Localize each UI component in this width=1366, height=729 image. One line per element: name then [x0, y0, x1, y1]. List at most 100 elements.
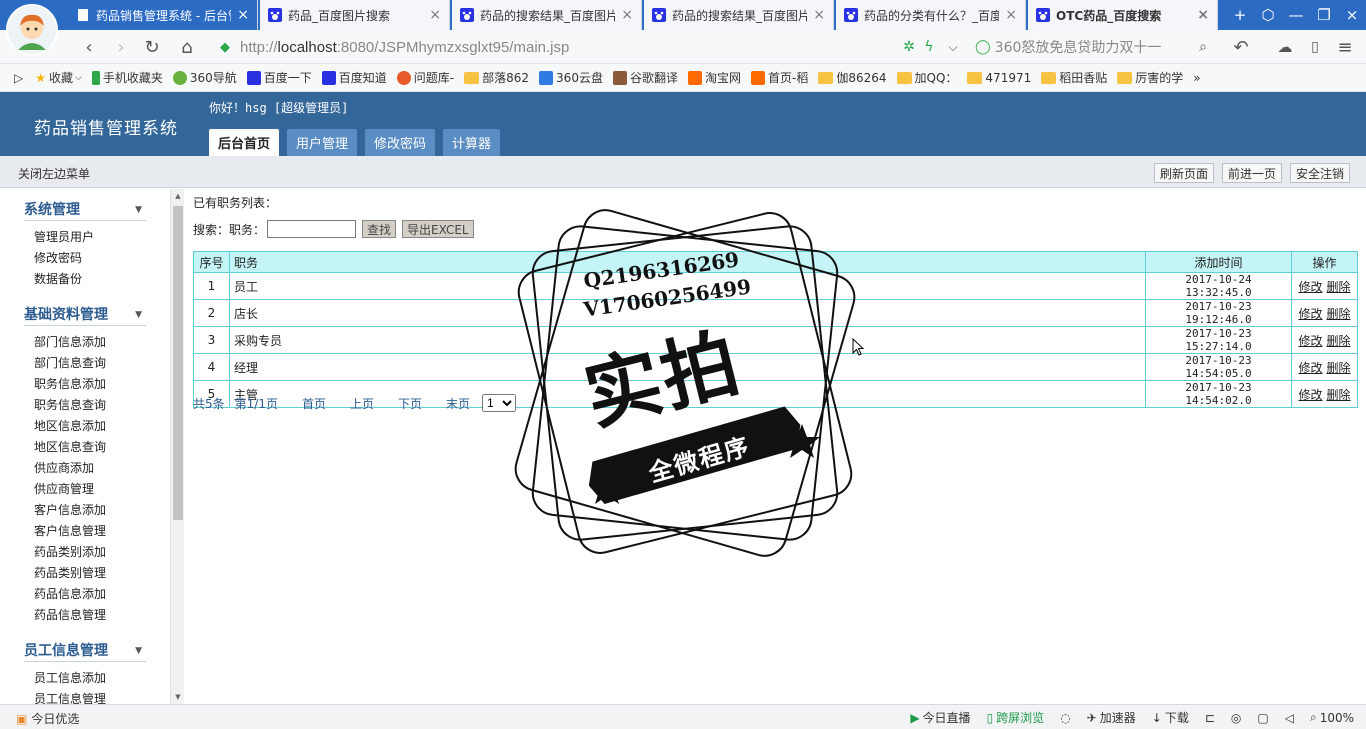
- undo-icon[interactable]: ↶: [1230, 36, 1252, 58]
- menu-group-basic-data[interactable]: 基础资料管理 ▼: [24, 302, 146, 326]
- bookmark-item[interactable]: 360云盘: [539, 69, 603, 86]
- browser-tab-0[interactable]: 药品销售管理系统 - 后台管理 ×: [68, 0, 258, 30]
- delete-link[interactable]: 删除: [1327, 280, 1351, 294]
- minimize-icon[interactable]: —: [1282, 6, 1310, 24]
- more-bookmarks-icon[interactable]: »: [1193, 71, 1200, 85]
- browser-icon[interactable]: ◎: [1231, 711, 1241, 725]
- user-avatar[interactable]: [6, 4, 58, 56]
- search-button[interactable]: 查找: [362, 220, 397, 238]
- menu-item[interactable]: 修改密码: [34, 248, 170, 269]
- pager-prev-link[interactable]: 上页: [350, 395, 374, 412]
- menu-item[interactable]: 客户信息添加: [34, 500, 170, 521]
- menu-item[interactable]: 供应商添加: [34, 458, 170, 479]
- scroll-down-icon[interactable]: ▼: [171, 690, 185, 704]
- forward-icon[interactable]: ›: [110, 36, 132, 58]
- bookmark-icon[interactable]: ▯: [1304, 36, 1326, 58]
- nav-tab-home[interactable]: 后台首页: [209, 129, 280, 156]
- delete-link[interactable]: 删除: [1327, 307, 1351, 321]
- bookmark-item[interactable]: 淘宝网: [687, 69, 741, 86]
- accelerator-item[interactable]: ✈ 加速器: [1087, 709, 1136, 726]
- cloud-icon[interactable]: ☁: [1274, 36, 1296, 58]
- close-window-icon[interactable]: ×: [1338, 6, 1366, 24]
- forward-page-button[interactable]: 前进一页: [1221, 163, 1282, 183]
- chevron-down-icon[interactable]: ⌵: [942, 36, 964, 58]
- bookmark-item[interactable]: 百度一下: [246, 69, 312, 86]
- browser-tab-4[interactable]: 药品的分类有什么？_百度知道 ×: [836, 0, 1026, 30]
- menu-item[interactable]: 员工信息添加: [34, 668, 170, 689]
- restore-tabs-icon[interactable]: ⬡: [1254, 6, 1282, 24]
- bookmark-item[interactable]: 厉害的学: [1117, 69, 1183, 86]
- pager-last-link[interactable]: 末页: [446, 395, 470, 412]
- menu-item[interactable]: 数据备份: [34, 269, 170, 290]
- speed-icon[interactable]: ✲: [898, 36, 920, 58]
- bookmark-item[interactable]: 问题库-: [396, 69, 454, 86]
- close-icon[interactable]: ×: [429, 7, 441, 23]
- menu-item[interactable]: 客户信息管理: [34, 521, 170, 542]
- bookmark-item[interactable]: 稻田香贴: [1041, 69, 1107, 86]
- delete-link[interactable]: 删除: [1327, 388, 1351, 402]
- sound-icon[interactable]: ◁: [1285, 711, 1294, 725]
- bookmark-item[interactable]: 471971: [967, 71, 1031, 85]
- menu-item[interactable]: 部门信息查询: [34, 353, 170, 374]
- nav-tab-change-password[interactable]: 修改密码: [365, 129, 436, 156]
- browser-tab-1[interactable]: 药品_百度图片搜索 ×: [260, 0, 450, 30]
- search-box[interactable]: ◯ 360怒放免息贷助力双十一: [975, 35, 1161, 59]
- edit-link[interactable]: 修改: [1298, 334, 1322, 348]
- edit-link[interactable]: 修改: [1298, 388, 1322, 402]
- download-item[interactable]: ↓ 下载: [1152, 709, 1189, 726]
- edit-link[interactable]: 修改: [1298, 280, 1322, 294]
- bookmark-item[interactable]: 谷歌翻译: [612, 69, 678, 86]
- lightning-icon[interactable]: ϟ: [918, 36, 940, 58]
- export-excel-button[interactable]: 导出EXCEL: [402, 220, 474, 238]
- close-icon[interactable]: ×: [813, 7, 825, 23]
- browser-tab-3[interactable]: 药品的搜索结果_百度图片搜索 ×: [644, 0, 834, 30]
- nav-tab-calculator[interactable]: 计算器: [443, 129, 501, 156]
- close-icon[interactable]: ×: [1005, 7, 1017, 23]
- bookmark-item[interactable]: 首页-稻: [750, 69, 808, 86]
- menu-group-staff[interactable]: 员工信息管理 ▼: [24, 638, 146, 662]
- scroll-thumb[interactable]: [173, 206, 183, 520]
- menu-item[interactable]: 部门信息添加: [34, 332, 170, 353]
- menu-item[interactable]: 员工信息管理: [34, 689, 170, 704]
- logout-button[interactable]: 安全注销: [1289, 163, 1350, 183]
- pager-next-link[interactable]: 下页: [398, 395, 422, 412]
- delete-link[interactable]: 删除: [1327, 361, 1351, 375]
- search-icon[interactable]: ⌕: [1192, 36, 1214, 58]
- edit-link[interactable]: 修改: [1298, 361, 1322, 375]
- close-left-menu-link[interactable]: 关闭左边菜单: [18, 165, 90, 182]
- zoom-item[interactable]: ⌕ 100%: [1310, 710, 1354, 725]
- pager-first-link[interactable]: 首页: [302, 395, 326, 412]
- cross-screen-item[interactable]: ▯ 跨屏浏览: [987, 709, 1045, 726]
- today-picks[interactable]: ▣ 今日优选: [16, 710, 79, 727]
- refresh-page-button[interactable]: 刷新页面: [1153, 163, 1214, 183]
- menu-item[interactable]: 药品类别添加: [34, 542, 170, 563]
- window-icon[interactable]: ▢: [1257, 711, 1268, 725]
- menu-group-system[interactable]: 系统管理 ▼: [24, 197, 146, 221]
- close-icon[interactable]: ×: [1197, 7, 1209, 23]
- menu-item[interactable]: 职务信息查询: [34, 395, 170, 416]
- browser-tab-5[interactable]: OTC药品_百度搜索 ×: [1028, 0, 1218, 30]
- page-select[interactable]: 1: [482, 394, 517, 412]
- bookmark-item[interactable]: 360导航: [172, 69, 237, 86]
- new-tab-icon[interactable]: +: [1226, 6, 1254, 24]
- maximize-icon[interactable]: ❐: [1310, 6, 1338, 24]
- nav-tab-users[interactable]: 用户管理: [287, 129, 358, 156]
- live-item[interactable]: ▶ 今日直播: [910, 709, 970, 726]
- browser-tab-2[interactable]: 药品的搜索结果_百度图片搜索 ×: [452, 0, 642, 30]
- bookmark-item[interactable]: 加QQ：: [896, 69, 957, 86]
- reload-icon[interactable]: ↻: [141, 36, 163, 58]
- menu-item[interactable]: 管理员用户: [34, 227, 170, 248]
- bookmark-item[interactable]: 百度知道: [321, 69, 387, 86]
- menu-item[interactable]: 药品信息添加: [34, 584, 170, 605]
- sidebar-scrollbar[interactable]: ▲ ▼: [170, 189, 184, 704]
- menu-icon[interactable]: ≡: [1334, 36, 1356, 58]
- back-icon[interactable]: ‹: [78, 36, 100, 58]
- position-search-input[interactable]: [267, 220, 357, 238]
- url-field[interactable]: http://localhost:8080/JSPMhymzxsglxt95/m…: [240, 35, 1000, 59]
- close-icon[interactable]: ×: [237, 7, 249, 23]
- bookmark-item[interactable]: 部落862: [464, 69, 529, 86]
- bookmark-item[interactable]: ★ 收藏 ⌵: [35, 69, 82, 86]
- sidebar-toggle-icon[interactable]: ▷: [14, 71, 23, 85]
- bookmark-item[interactable]: 伽86264: [818, 69, 887, 86]
- menu-item[interactable]: 供应商管理: [34, 479, 170, 500]
